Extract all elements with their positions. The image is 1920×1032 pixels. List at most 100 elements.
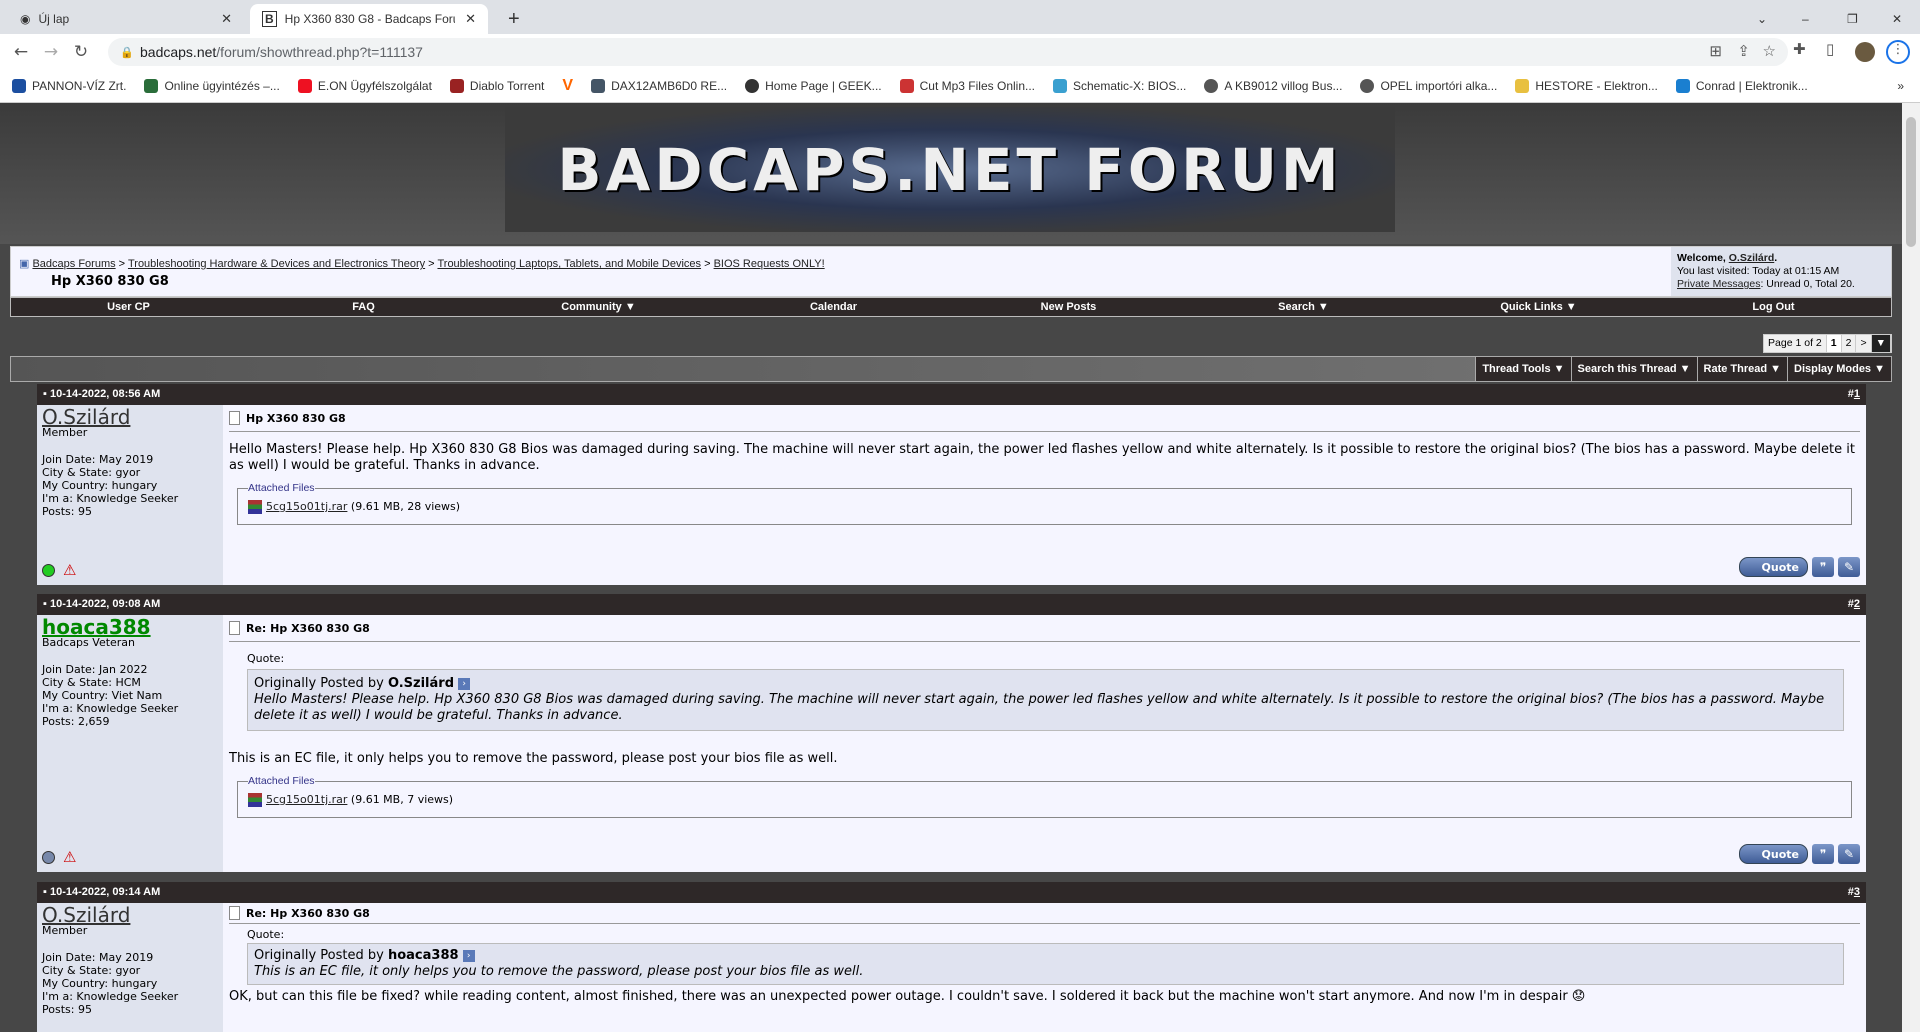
breadcrumb-link[interactable]: Troubleshooting Hardware & Devices and E… bbox=[128, 258, 425, 270]
user-info: I'm a: Knowledge Seeker bbox=[42, 492, 179, 505]
close-tab-icon[interactable]: ✕ bbox=[221, 11, 232, 27]
page-1: 1 bbox=[1826, 335, 1842, 352]
address-bar[interactable]: 🔒 badcaps.net/forum/showthread.php?t=1111… bbox=[108, 38, 1788, 66]
page-jump-dropdown-icon[interactable]: ▼ bbox=[1871, 335, 1891, 352]
bookmark[interactable]: Schematic-X: BIOS... bbox=[1053, 79, 1186, 93]
browser-chrome: ◉ Új lap ✕ B Hp X360 830 G8 - Badcaps Forum… bbox=[0, 0, 1920, 103]
back-icon[interactable]: ← bbox=[6, 42, 36, 62]
bookmark[interactable]: Home Page | GEEK... bbox=[745, 79, 882, 93]
quick-reply-icon[interactable]: ✎ bbox=[1838, 844, 1860, 864]
user-rank: Badcaps Veteran bbox=[42, 636, 136, 649]
page-scrollbar[interactable] bbox=[1902, 103, 1920, 1032]
breadcrumb-link[interactable]: Troubleshooting Laptops, Tablets, and Mo… bbox=[437, 258, 701, 270]
more-bookmarks-icon[interactable]: » bbox=[1897, 79, 1904, 93]
post-title: Re: Hp X360 830 G8 bbox=[246, 906, 370, 920]
tab-new-tab[interactable]: ◉ Új lap ✕ bbox=[8, 4, 244, 34]
username-link[interactable]: O.Szilárd bbox=[42, 905, 218, 925]
reload-icon[interactable]: ↻ bbox=[66, 42, 96, 62]
thread-tools-menu[interactable]: Thread Tools ▼ bbox=[1475, 357, 1571, 381]
post-number-link[interactable]: 1 bbox=[1854, 388, 1860, 400]
post-title: Hp X360 830 G8 bbox=[246, 411, 346, 425]
bookmark[interactable]: HESTORE - Elektron... bbox=[1515, 79, 1658, 93]
menu-icon[interactable]: ⋮ bbox=[1886, 40, 1910, 64]
quote-label: Quote: bbox=[247, 928, 285, 941]
breadcrumb-link[interactable]: Badcaps Forums bbox=[32, 258, 115, 270]
username-link[interactable]: O.Szilárd bbox=[42, 407, 218, 427]
search-thread-menu[interactable]: Search this Thread ▼ bbox=[1570, 357, 1697, 381]
post-number-link[interactable]: 2 bbox=[1854, 598, 1860, 610]
post-date: 10-14-2022, 09:08 AM bbox=[49, 598, 161, 610]
bookmark[interactable]: V bbox=[562, 77, 573, 95]
quote-block: Originally Posted by O.Szilárd › Hello Ma… bbox=[247, 669, 1844, 731]
new-tab-button[interactable]: + bbox=[496, 4, 532, 34]
attachment-link[interactable]: 5cg15o01tj.rar bbox=[266, 500, 347, 513]
quote-button[interactable]: Quote bbox=[1738, 844, 1808, 864]
nav-quick-links[interactable]: Quick Links ▼ bbox=[1421, 298, 1656, 316]
restore-button[interactable]: ❐ bbox=[1835, 4, 1870, 34]
bookmark[interactable]: PANNON-VÍZ Zrt. bbox=[12, 79, 126, 93]
username-link[interactable]: hoaca388 bbox=[42, 617, 218, 637]
bookmark[interactable]: E.ON Ügyfélszolgálat bbox=[297, 79, 432, 93]
close-tab-icon[interactable]: ✕ bbox=[465, 11, 476, 27]
side-panel-icon[interactable]: ▯ bbox=[1826, 40, 1834, 58]
quote-button[interactable]: Quote bbox=[1738, 557, 1808, 577]
tab-thread[interactable]: B Hp X360 830 G8 - Badcaps Forum ✕ bbox=[250, 4, 488, 34]
user-info: Join Date: Jan 2022 bbox=[42, 663, 148, 676]
bookmark[interactable]: Conrad | Elektronik... bbox=[1675, 79, 1808, 93]
breadcrumb-link[interactable]: BIOS Requests ONLY! bbox=[714, 258, 825, 270]
next-page[interactable]: > bbox=[1856, 335, 1872, 352]
nav-faq[interactable]: FAQ bbox=[246, 298, 481, 316]
tab-search-icon[interactable]: ⌄ bbox=[1745, 4, 1779, 34]
profile-avatar[interactable] bbox=[1855, 42, 1875, 62]
rate-thread-menu[interactable]: Rate Thread ▼ bbox=[1696, 357, 1788, 381]
user-link[interactable]: O.Szilárd bbox=[1729, 252, 1775, 264]
user-info: My Country: hungary bbox=[42, 977, 158, 990]
multi-quote-icon[interactable]: ❞ bbox=[1812, 557, 1834, 577]
extensions-icon[interactable]: ✚ bbox=[1793, 40, 1806, 58]
nav-community[interactable]: Community ▼ bbox=[481, 298, 716, 316]
translate-icon[interactable]: ⊞ bbox=[1709, 42, 1722, 60]
share-icon[interactable]: ⇪ bbox=[1737, 42, 1750, 60]
rar-file-icon bbox=[248, 500, 262, 514]
bookmark[interactable]: Diablo Torrent bbox=[449, 79, 544, 93]
bookmark[interactable]: OPEL importóri alka... bbox=[1360, 79, 1497, 93]
forward-icon[interactable]: → bbox=[36, 42, 66, 62]
view-post-icon[interactable]: › bbox=[458, 677, 471, 690]
report-post-icon[interactable]: ⚠ bbox=[63, 563, 76, 578]
nav-new-posts[interactable]: New Posts bbox=[951, 298, 1186, 316]
post-document-icon bbox=[229, 411, 240, 425]
close-window-button[interactable]: ✕ bbox=[1880, 4, 1914, 34]
welcome-box: Welcome, O.Szilárd. You last visited: To… bbox=[1671, 247, 1891, 296]
pagination: Page 1 of 2 1 2 > ▼ bbox=[1763, 334, 1892, 353]
bookmark[interactable]: Cut Mp3 Files Onlin... bbox=[899, 79, 1035, 93]
nav-calendar[interactable]: Calendar bbox=[716, 298, 951, 316]
post: ▪ 10-14-2022, 09:14 AM #3 O.Szilárd Membe… bbox=[37, 882, 1866, 1032]
nav-user-cp[interactable]: User CP bbox=[11, 298, 246, 316]
attachment-link[interactable]: 5cg15o01tj.rar bbox=[266, 793, 347, 806]
user-info: City & State: gyor bbox=[42, 964, 141, 977]
bookmark-star-icon[interactable]: ☆ bbox=[1763, 42, 1776, 60]
thread-title: Hp X360 830 G8 bbox=[51, 274, 169, 289]
minimize-button[interactable]: – bbox=[1790, 4, 1821, 34]
quick-reply-icon[interactable]: ✎ bbox=[1838, 557, 1860, 577]
post-icon: ▪ bbox=[43, 388, 50, 400]
nav-log-out[interactable]: Log Out bbox=[1656, 298, 1891, 316]
report-post-icon[interactable]: ⚠ bbox=[63, 850, 76, 865]
bookmark[interactable]: DAX12AMB6D0 RE... bbox=[591, 79, 727, 93]
display-modes-menu[interactable]: Display Modes ▼ bbox=[1787, 357, 1891, 381]
bookmark[interactable]: A KB9012 villog Bus... bbox=[1204, 79, 1342, 93]
user-rank: Member bbox=[42, 924, 88, 937]
page-2[interactable]: 2 bbox=[1841, 335, 1857, 352]
scrollbar-thumb[interactable] bbox=[1906, 117, 1916, 247]
quote-label: Quote: bbox=[247, 652, 285, 665]
bookmark[interactable]: Online ügyintézés –... bbox=[144, 79, 280, 93]
offline-status-icon bbox=[42, 851, 55, 864]
view-post-icon[interactable]: › bbox=[462, 949, 475, 962]
multi-quote-icon[interactable]: ❞ bbox=[1812, 844, 1834, 864]
post-number-link[interactable]: 3 bbox=[1854, 886, 1860, 898]
forum-logo[interactable]: BADCAPS.NET FORUM bbox=[505, 107, 1395, 232]
user-info: City & State: gyor bbox=[42, 466, 141, 479]
nav-search[interactable]: Search ▼ bbox=[1186, 298, 1421, 316]
private-messages-link[interactable]: Private Messages bbox=[1677, 278, 1760, 290]
user-info: Posts: 95 bbox=[42, 505, 92, 518]
